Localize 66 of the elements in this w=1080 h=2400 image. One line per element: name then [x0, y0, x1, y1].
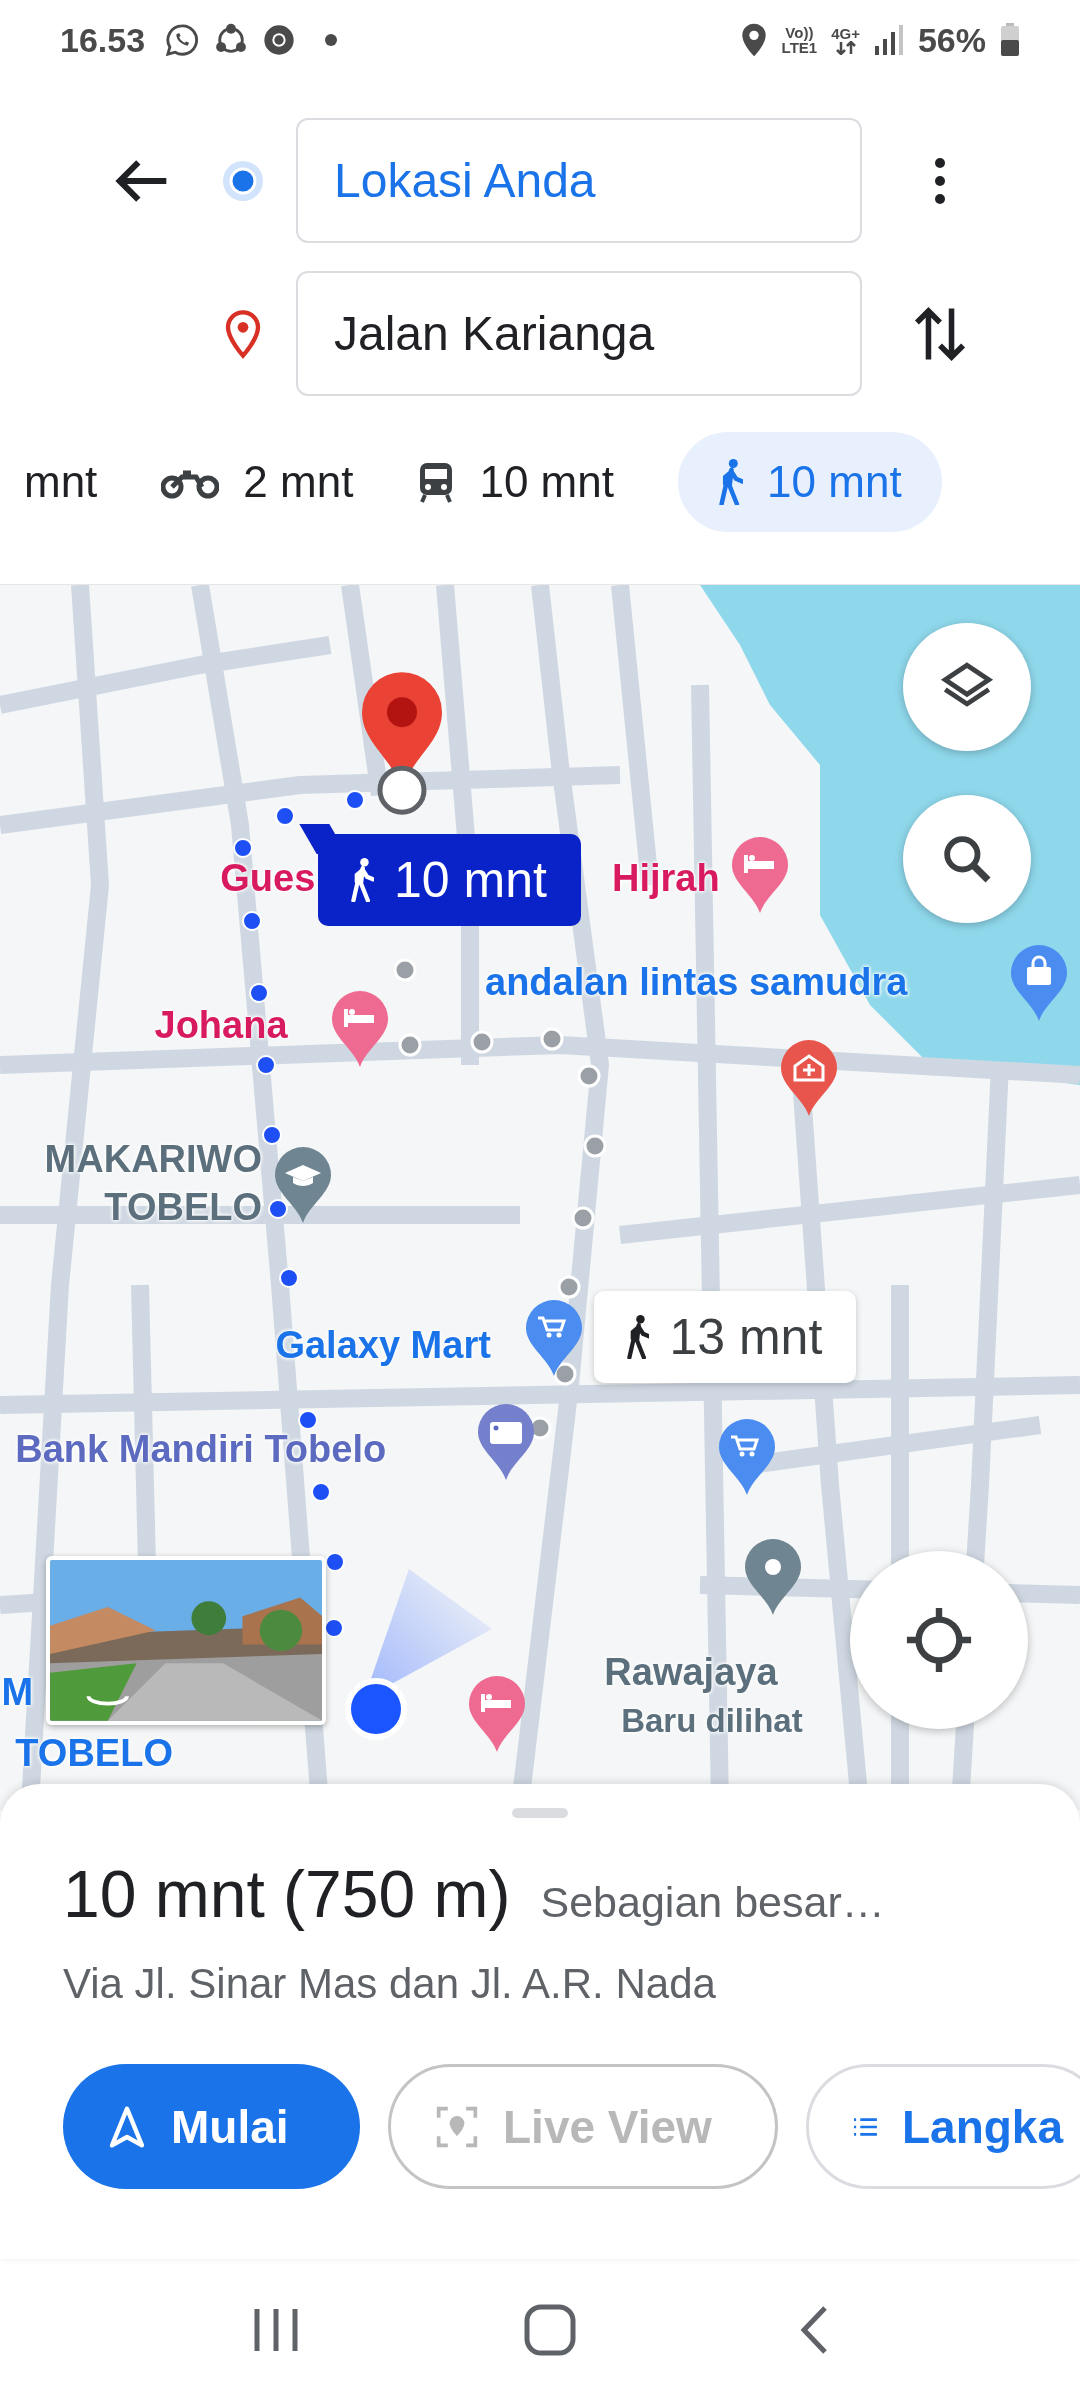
navigation-arrow-icon — [107, 2104, 147, 2149]
alternate-route-dot — [552, 1362, 577, 1386]
alternate-route-dot — [393, 958, 418, 983]
walking-route-dot — [279, 1267, 300, 1288]
action-button[interactable]: Langka — [806, 2064, 1080, 2189]
walking-route-dot — [262, 1125, 283, 1146]
map-label[interactable]: MAKARIWO TOBELO — [0, 1135, 262, 1232]
map-label[interactable]: Hijrah — [612, 854, 720, 903]
map-label[interactable]: Galaxy Mart — [275, 1320, 491, 1369]
home-icon[interactable] — [524, 2304, 576, 2356]
walking-person-icon — [625, 1315, 650, 1360]
route-via: Via Jl. Sinar Mas dan Jl. A.R. Nada — [63, 1960, 717, 2008]
map-label[interactable]: M — [1, 1668, 34, 1717]
lte-label: LTE1 — [781, 40, 818, 55]
alternate-route-dot — [577, 1063, 602, 1088]
origin-dot-icon — [221, 158, 265, 203]
walking-route-dot — [297, 1409, 318, 1430]
walking-person-icon — [717, 458, 744, 506]
status-time: 16.53 — [60, 20, 146, 60]
travel-mode-tab[interactable]: 10 mnt — [677, 432, 942, 532]
battery-icon — [1000, 23, 1020, 57]
travel-mode-tab[interactable]: 2 mnt — [161, 432, 354, 532]
more-options-icon[interactable] — [933, 156, 947, 205]
location-pin-icon — [739, 22, 768, 58]
map-label[interactable]: andalan lintas samudra — [485, 958, 908, 1007]
alternate-route-dot — [469, 1030, 494, 1054]
chat-bubble-icon — [165, 23, 200, 57]
bed-pin-icon[interactable] — [730, 834, 791, 915]
origin-field[interactable]: Lokasi Anda — [296, 118, 862, 243]
ar-pin-icon — [435, 2104, 479, 2149]
destination-field[interactable]: Jalan Karianga — [296, 271, 862, 396]
travel-mode-tab[interactable]: 10 mnt — [417, 432, 614, 532]
volte-label: Vo)) — [785, 25, 814, 40]
alternate-route-dot — [583, 1134, 608, 1158]
map-label[interactable]: Rawajaya — [604, 1648, 778, 1697]
dot-pin-icon[interactable] — [742, 1536, 803, 1617]
map-label[interactable]: Bank Mandiri Tobelo — [15, 1424, 387, 1473]
route-time-bubble[interactable]: 13 mnt — [593, 1291, 857, 1384]
map-label[interactable]: Johana — [154, 1001, 288, 1050]
alternate-route-dot — [398, 1033, 423, 1058]
start-button[interactable]: Mulai — [63, 2064, 360, 2189]
back-icon[interactable] — [798, 2305, 829, 2355]
travel-mode-tab[interactable]: mnt — [24, 432, 98, 532]
drag-handle[interactable] — [512, 1808, 568, 1818]
map-label[interactable]: TOBELO — [15, 1729, 173, 1778]
alternate-route-dot — [540, 1026, 565, 1051]
map-label[interactable]: Gues — [220, 854, 316, 903]
walking-route-dot — [325, 1552, 346, 1573]
plus-house-pin-icon[interactable] — [779, 1038, 840, 1118]
route-duration: 10 mnt (750 m) — [63, 1856, 511, 1932]
data-arrows-icon — [833, 40, 858, 55]
network-label: 4G+ — [831, 25, 860, 41]
alternate-route-dot — [570, 1205, 595, 1230]
alternate-route-dot — [557, 1274, 582, 1299]
signal-bars-icon — [873, 24, 904, 56]
notification-dot-icon — [325, 34, 338, 46]
walking-route-dot — [311, 1481, 332, 1502]
destination-pin-outline-icon — [223, 307, 263, 360]
walking-route-dot — [242, 911, 263, 932]
battery-percent: 56% — [917, 20, 986, 60]
map-label[interactable]: Baru dilihat — [621, 1701, 803, 1742]
route-note: Sebagian besar… — [540, 1878, 885, 1927]
walking-route-dot — [274, 805, 295, 826]
walking-route-dot — [344, 790, 365, 811]
crosshair-icon — [904, 1605, 974, 1675]
walking-person-icon — [350, 857, 375, 902]
